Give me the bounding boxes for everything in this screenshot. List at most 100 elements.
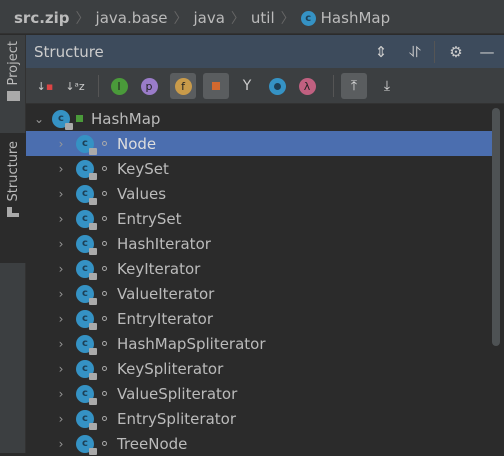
sort-alphabetically-icon[interactable]: ↓ᵃz: [62, 73, 88, 99]
class-icon: c: [76, 384, 97, 405]
show-inherited-icon[interactable]: I: [106, 73, 132, 99]
breadcrumb-item[interactable]: src.zip: [14, 9, 70, 27]
chevron-right-icon[interactable]: ›: [54, 187, 68, 201]
tree-item[interactable]: › c EntrySpliterator: [26, 406, 492, 431]
gear-icon[interactable]: ⚙: [447, 43, 465, 61]
package-private-icon: [102, 191, 107, 196]
class-icon: c: [76, 334, 97, 355]
package-private-icon: [102, 316, 107, 321]
package-private-icon: [102, 341, 107, 346]
breadcrumb-item[interactable]: java: [193, 9, 224, 27]
structure-toolbar: ↓ ▪ ↓ᵃz I p f Y λ ⤒ ⤓: [26, 68, 504, 104]
structure-tree: ⌄ c HashMap › c Node › c KeySet › c Values › c Entr…: [26, 105, 504, 456]
package-private-icon: [102, 216, 107, 221]
chevron-right-icon[interactable]: ›: [54, 137, 68, 151]
tree-item[interactable]: › c HashMapSpliterator: [26, 331, 492, 356]
tree-item-label: Node: [117, 134, 157, 153]
tree-item[interactable]: › c KeyIterator: [26, 256, 492, 281]
show-non-public-icon[interactable]: [203, 73, 229, 99]
tree-item-label: EntrySpliterator: [117, 409, 236, 428]
tree-item-label: KeyIterator: [117, 259, 201, 278]
chevron-right-icon[interactable]: ›: [54, 337, 68, 351]
chevron-right-icon[interactable]: ›: [54, 212, 68, 226]
chevron-right-icon[interactable]: ›: [54, 287, 68, 301]
breadcrumb-item[interactable]: HashMap: [321, 9, 390, 27]
autoscroll-to-source-icon[interactable]: ⤒: [341, 73, 367, 99]
class-icon: c: [76, 409, 97, 430]
tree-item[interactable]: › c Values: [26, 181, 492, 206]
tree-item[interactable]: › c KeySpliterator: [26, 356, 492, 381]
class-icon: c: [76, 309, 97, 330]
tool-window-strip: Project Structure: [0, 35, 26, 453]
tab-structure[interactable]: Structure: [0, 133, 26, 263]
package-private-icon: [102, 391, 107, 396]
tree-item-label: Values: [117, 184, 167, 203]
class-icon: c: [76, 134, 97, 155]
tree-item[interactable]: › c EntrySet: [26, 206, 492, 231]
class-icon: c: [76, 259, 97, 280]
package-private-icon: [102, 416, 107, 421]
tree-item-label: TreeNode: [117, 434, 188, 453]
tree-item-label: EntrySet: [117, 209, 182, 228]
lambda-icon[interactable]: λ: [294, 73, 320, 99]
tree-item[interactable]: › c KeySet: [26, 156, 492, 181]
tree-item-label: ValueSpliterator: [117, 384, 238, 403]
chevron-right-icon[interactable]: ›: [54, 387, 68, 401]
chevron-right-icon[interactable]: ›: [54, 237, 68, 251]
tree-item[interactable]: › c HashIterator: [26, 231, 492, 256]
class-icon: c: [76, 234, 97, 255]
tree-item[interactable]: › c TreeNode: [26, 431, 492, 456]
package-private-icon: [102, 366, 107, 371]
breadcrumb: src.zip 〉 java.base 〉 java 〉 util 〉 c HashMap: [0, 3, 504, 34]
tree-item[interactable]: › c ValueSpliterator: [26, 381, 492, 406]
autoscroll-from-source-icon[interactable]: ⤓: [374, 73, 400, 99]
chevron-right-icon[interactable]: ›: [54, 437, 68, 451]
sort-by-visibility-icon[interactable]: ↓ ▪: [32, 73, 58, 99]
hide-icon[interactable]: —: [478, 43, 496, 61]
class-icon: c: [76, 359, 97, 380]
tree-item-label: ValueIterator: [117, 284, 215, 303]
package-private-icon: [102, 141, 107, 146]
show-properties-icon[interactable]: p: [136, 73, 162, 99]
tree-item-label: HashMap: [91, 109, 161, 128]
folder-icon: [6, 91, 20, 102]
package-private-icon: [102, 291, 107, 296]
expand-all-icon[interactable]: ⇕: [372, 43, 390, 61]
tab-project-label: Project: [5, 41, 21, 86]
tree-item[interactable]: › c Node: [26, 131, 492, 156]
show-lambdas-icon[interactable]: [264, 73, 290, 99]
tree-root[interactable]: ⌄ c HashMap: [26, 106, 492, 131]
package-private-icon: [102, 441, 107, 446]
breadcrumb-item[interactable]: java.base: [96, 9, 168, 27]
class-icon: c: [76, 209, 97, 230]
panel-header: Structure ⇕ ⥯ ⚙ —: [26, 35, 504, 68]
class-icon: c: [52, 109, 73, 130]
tab-project[interactable]: Project: [0, 41, 26, 121]
chevron-right-icon[interactable]: ›: [54, 362, 68, 376]
tab-structure-label: Structure: [5, 141, 21, 202]
tree-item-label: EntryIterator: [117, 309, 214, 328]
tree-item-label: HashMapSpliterator: [117, 334, 266, 353]
class-icon: c: [300, 10, 316, 26]
scrollbar[interactable]: [492, 108, 500, 346]
chevron-right-icon[interactable]: ›: [54, 412, 68, 426]
tree-item[interactable]: › c EntryIterator: [26, 306, 492, 331]
tree-item[interactable]: › c ValueIterator: [26, 281, 492, 306]
package-private-icon: [102, 266, 107, 271]
package-private-icon: [102, 241, 107, 246]
panel-title: Structure: [34, 42, 104, 61]
tree-item-label: KeySpliterator: [117, 359, 224, 378]
unlock-icon: [76, 115, 83, 122]
chevron-right-icon[interactable]: ›: [54, 162, 68, 176]
chevron-right-icon[interactable]: ›: [54, 312, 68, 326]
breadcrumb-item[interactable]: util: [251, 9, 275, 27]
chevron-down-icon[interactable]: ⌄: [32, 112, 46, 126]
class-icon: c: [76, 284, 97, 305]
tree-item-label: HashIterator: [117, 234, 211, 253]
chevron-right-icon[interactable]: ›: [54, 262, 68, 276]
tree-item-label: KeySet: [117, 159, 169, 178]
show-anonymous-icon[interactable]: Y: [234, 73, 260, 99]
collapse-all-icon[interactable]: ⥯: [406, 43, 424, 61]
show-fields-icon[interactable]: f: [170, 73, 196, 99]
structure-icon: [7, 207, 19, 218]
